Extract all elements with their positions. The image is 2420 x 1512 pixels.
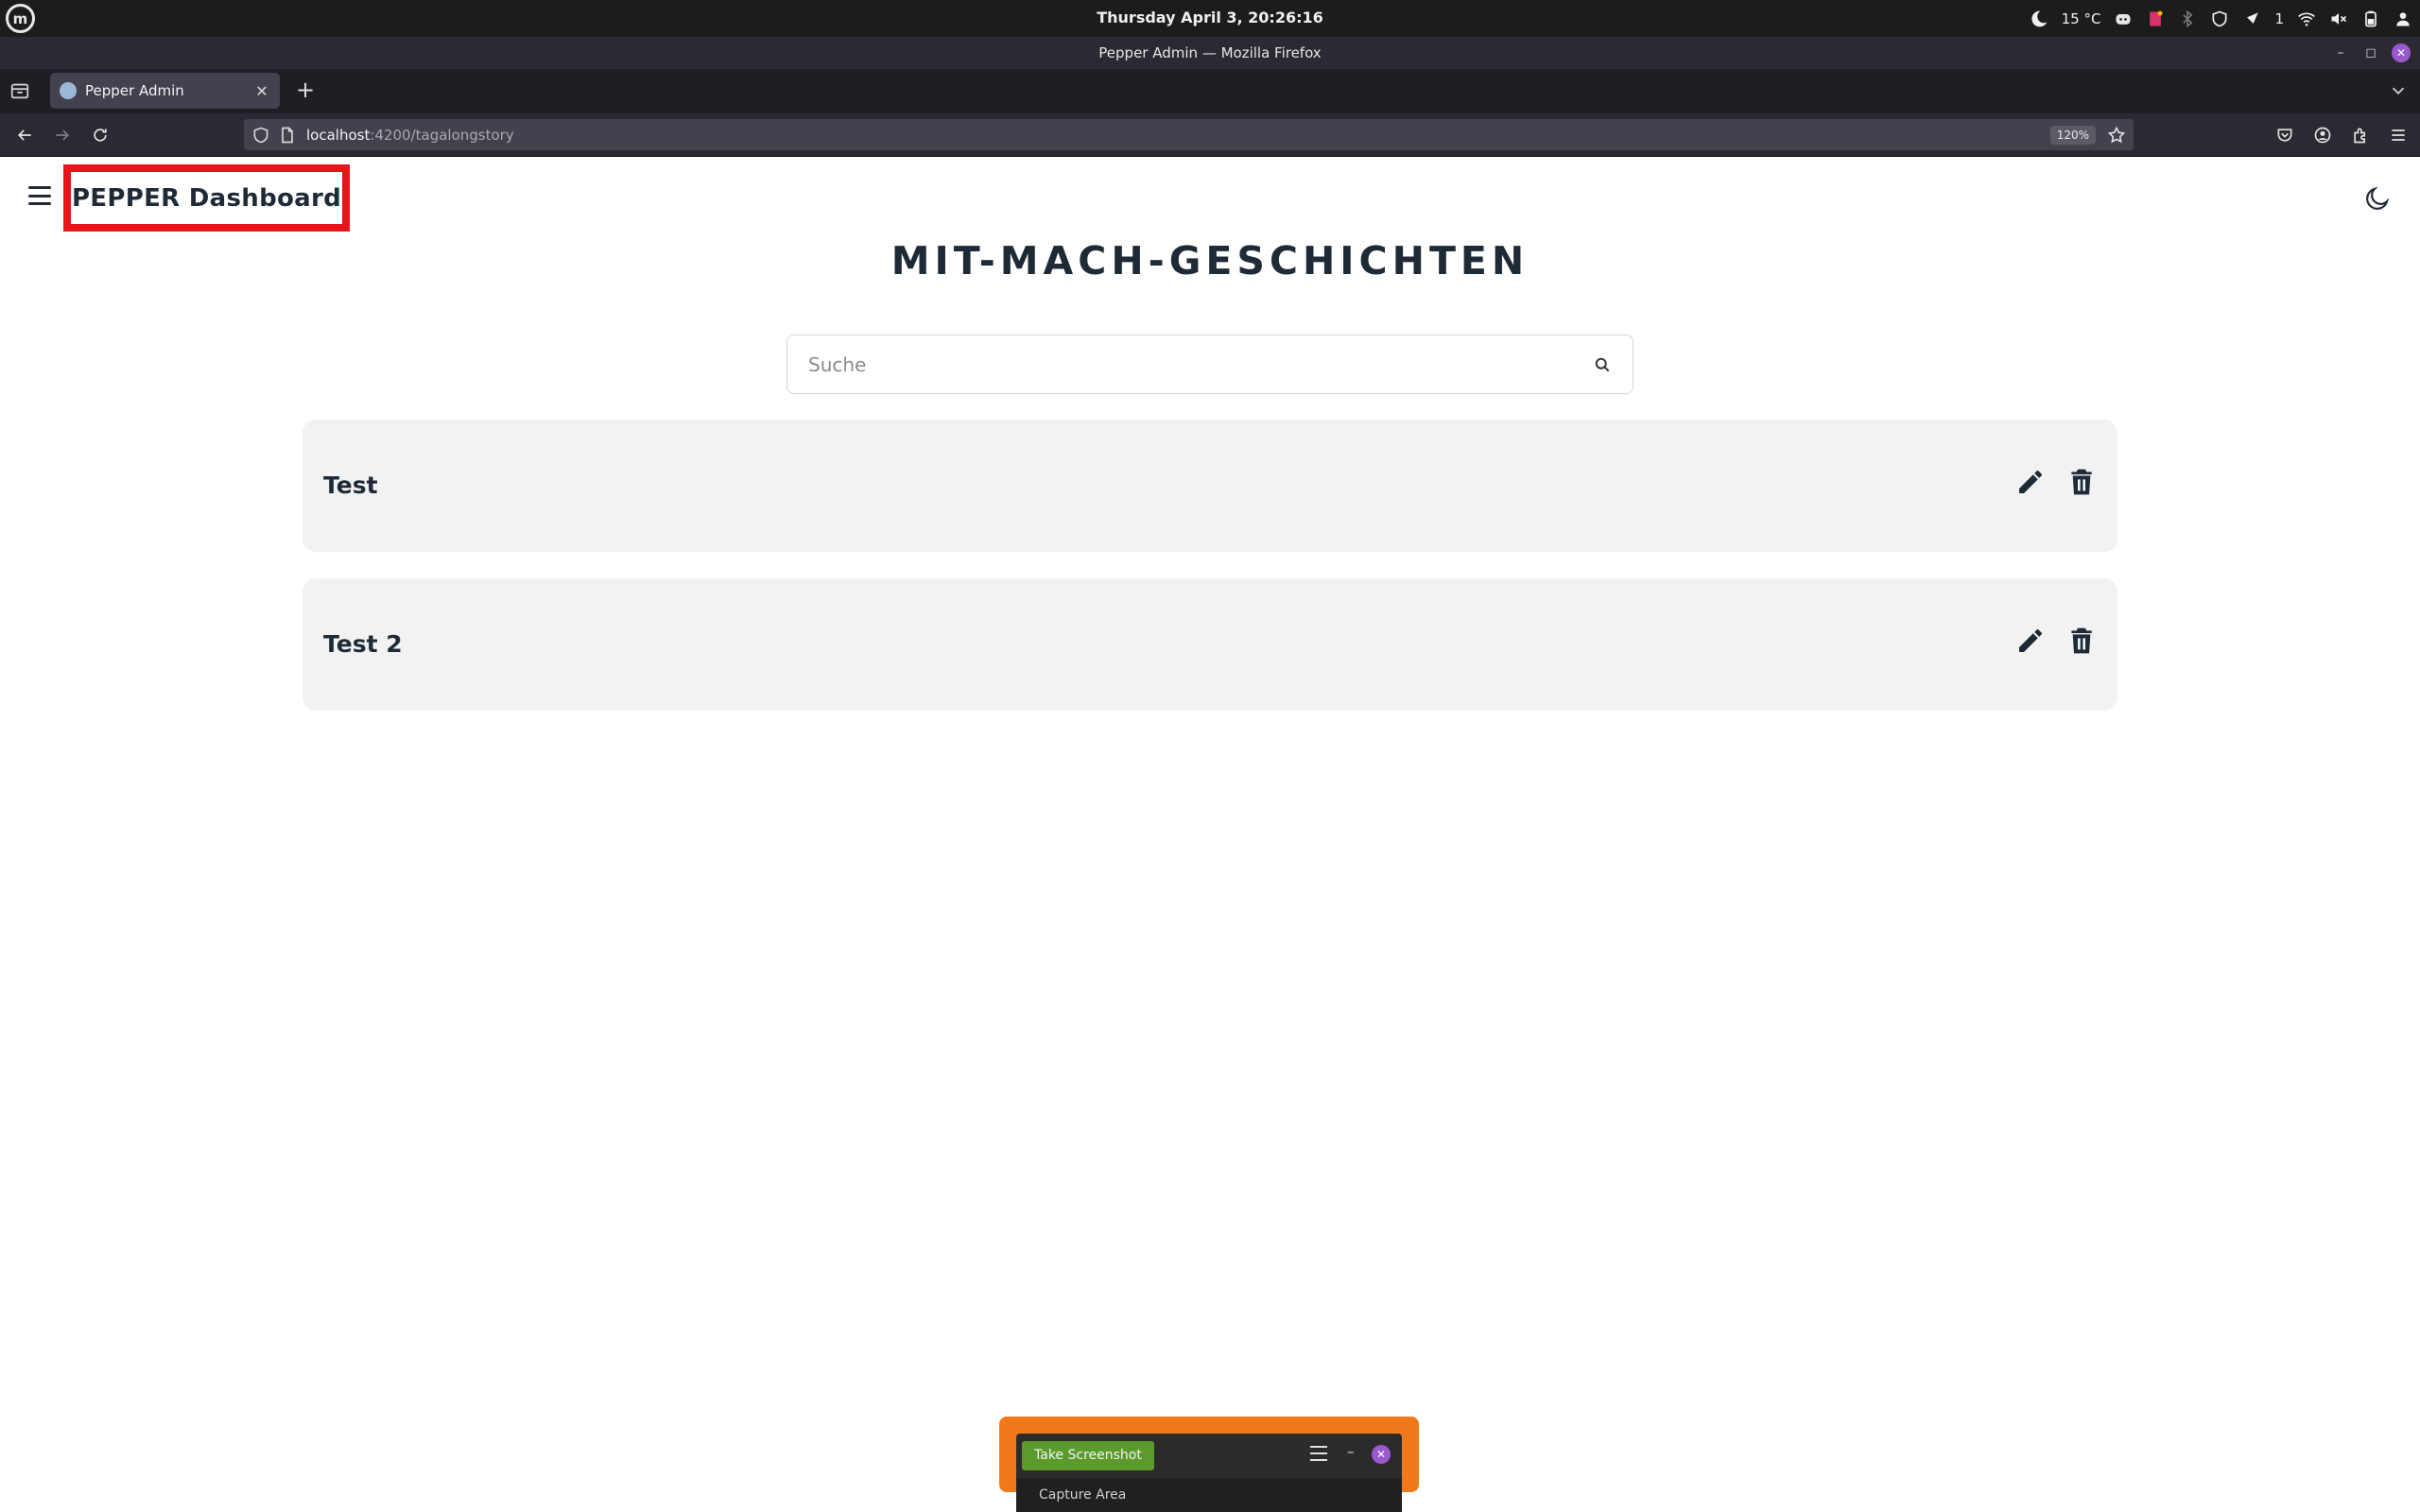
url-text[interactable]: localhost:4200/tagalongstory <box>306 127 514 144</box>
page-title: MIT-MACH-GESCHICHTEN <box>890 238 1530 284</box>
extensions-icon[interactable] <box>2348 123 2373 147</box>
wifi-icon[interactable] <box>2297 9 2316 28</box>
night-mode-icon[interactable] <box>2030 9 2048 28</box>
close-window-icon[interactable]: ✕ <box>2392 43 2411 62</box>
url-path: :4200/tagalongstory <box>370 127 514 144</box>
list-item[interactable]: Test <box>302 420 2118 552</box>
close-tab-icon[interactable]: ✕ <box>253 82 270 100</box>
take-screenshot-button[interactable]: Take Screenshot <box>1022 1441 1154 1470</box>
screenshot-menu-icon[interactable] <box>1310 1446 1327 1461</box>
weather-temperature[interactable]: 15 °C <box>2062 10 2101 27</box>
browser-tab-active[interactable]: Pepper Admin ✕ <box>50 73 280 109</box>
os-top-panel: m Thursday April 3, 20:26:16 15 °C 1 <box>0 0 2420 37</box>
discord-icon[interactable] <box>2114 9 2133 28</box>
zoom-level-badge[interactable]: 120% <box>2049 126 2096 145</box>
story-title[interactable]: Test 2 <box>323 630 403 658</box>
sidenav-menu-icon[interactable] <box>28 186 51 205</box>
minimize-icon[interactable]: – <box>2331 43 2350 62</box>
capture-mode-row[interactable]: Capture Area <box>1016 1478 1402 1512</box>
bookmark-star-icon[interactable] <box>2107 126 2126 145</box>
forward-arrow-icon[interactable] <box>50 123 75 147</box>
edit-pencil-icon[interactable] <box>2015 626 2046 656</box>
page-content: PEPPER Dashboard MIT-MACH-GESCHICHTEN Te… <box>0 158 2420 1512</box>
back-arrow-icon[interactable] <box>12 123 37 147</box>
story-actions <box>2015 467 2097 497</box>
page-info-icon[interactable] <box>278 126 297 145</box>
bluetooth-icon[interactable] <box>2178 9 2197 28</box>
brand-highlight-box: PEPPER Dashboard <box>63 164 350 232</box>
capture-area-label: Capture Area <box>1039 1487 1127 1503</box>
app-menu-icon[interactable] <box>2386 123 2411 147</box>
window-controls: – ◻ ✕ <box>2331 43 2411 62</box>
delete-trash-icon[interactable] <box>2066 626 2097 656</box>
app-indicator-icon[interactable] <box>2146 9 2165 28</box>
maximize-icon[interactable]: ◻ <box>2361 43 2380 62</box>
notification-count: 1 <box>2274 9 2284 27</box>
navigation-toolbar: localhost:4200/tagalongstory 120% <box>0 113 2420 157</box>
list-item[interactable]: Test 2 <box>302 578 2118 711</box>
toolbar-right <box>2273 123 2411 147</box>
chevron-down-icon[interactable] <box>2388 80 2409 101</box>
url-bar[interactable]: localhost:4200/tagalongstory 120% <box>244 119 2134 150</box>
pocket-icon[interactable] <box>2273 123 2297 147</box>
story-list: Test Test 2 <box>302 420 2118 737</box>
pepper-favicon-icon <box>60 82 77 99</box>
battery-icon[interactable] <box>2361 9 2380 28</box>
story-actions <box>2015 626 2097 656</box>
search-box <box>786 335 1634 394</box>
screenshot-close-icon[interactable]: ✕ <box>1372 1445 1391 1464</box>
window-titlebar[interactable]: Pepper Admin — Mozilla Firefox – ◻ ✕ <box>0 37 2420 69</box>
story-title[interactable]: Test <box>323 472 378 499</box>
tab-title: Pepper Admin <box>85 82 184 99</box>
user-icon[interactable] <box>2394 9 2412 28</box>
edit-pencil-icon[interactable] <box>2015 467 2046 497</box>
system-tray: 15 °C 1 <box>2030 6 2412 31</box>
search-icon[interactable] <box>1593 355 1612 374</box>
screenshot-minimize-icon[interactable]: – <box>1347 1443 1355 1460</box>
dark-mode-moon-icon[interactable] <box>2361 182 2394 215</box>
new-tab-icon[interactable]: + <box>293 78 318 103</box>
tracking-shield-icon[interactable] <box>251 126 270 145</box>
search-input[interactable] <box>787 335 1582 393</box>
brand-title[interactable]: PEPPER Dashboard <box>72 184 341 213</box>
window-title: Pepper Admin — Mozilla Firefox <box>1098 44 1322 61</box>
account-icon[interactable] <box>2310 123 2335 147</box>
firefox-view-icon[interactable] <box>9 80 30 101</box>
screenshot-tool-window: Take Screenshot – ✕ Capture Area <box>999 1417 1419 1512</box>
screenshot-tool-panel: Take Screenshot – ✕ Capture Area <box>1016 1434 1402 1512</box>
tab-strip: Pepper Admin ✕ + <box>0 69 2420 113</box>
reload-icon[interactable] <box>88 123 112 147</box>
url-host: localhost <box>306 127 371 144</box>
volume-muted-icon[interactable] <box>2329 9 2348 28</box>
notifications-icon[interactable] <box>2242 9 2261 28</box>
shield-icon[interactable] <box>2210 9 2229 28</box>
delete-trash-icon[interactable] <box>2066 467 2097 497</box>
